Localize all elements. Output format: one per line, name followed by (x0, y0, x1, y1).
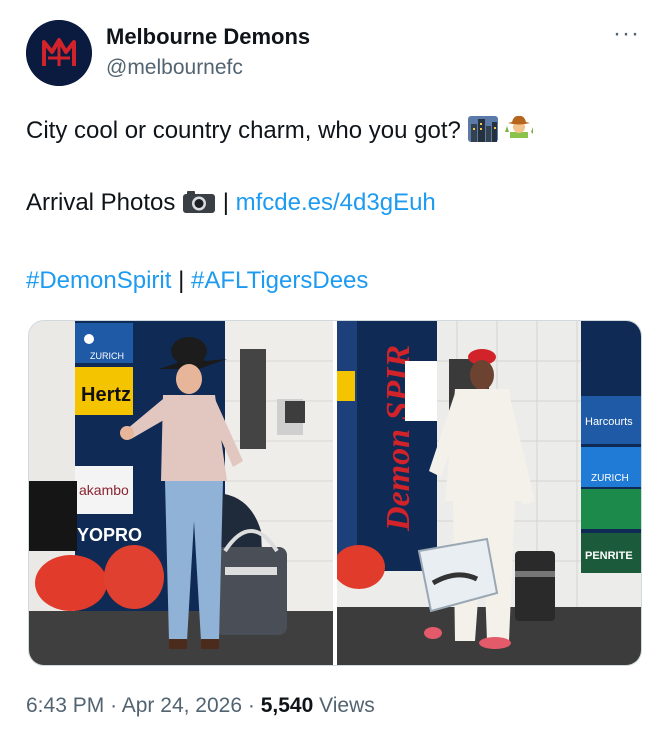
account-handle[interactable]: @melbournefc (106, 56, 243, 80)
avatar[interactable] (26, 20, 92, 86)
more-options-button[interactable]: ··· (613, 20, 640, 48)
views-count: 5,540 (260, 694, 314, 717)
hashtag-demonspirit[interactable]: #DemonSpirit (26, 267, 171, 294)
meta-dot: · (247, 694, 255, 717)
camera-emoji (182, 190, 216, 214)
account-name[interactable]: Melbourne Demons (106, 24, 310, 50)
tweet-text-line-2: Arrival Photos | mfcde.es/4d3gEuh (26, 188, 436, 218)
separator: | (178, 267, 185, 294)
tweet-hashtags: #DemonSpirit | #AFLTigersDees (26, 266, 368, 296)
mfc-logo-icon (26, 20, 92, 86)
yopro-sign: YOPRO (77, 525, 142, 545)
photo-city-arrival[interactable]: Demon SPIR Harcourts ZURICH PENRITE (337, 321, 641, 665)
cityscape-emoji (467, 116, 498, 142)
meta-dot: · (110, 694, 118, 717)
separator: | (222, 189, 229, 216)
akambo-sign: akambo (79, 482, 129, 498)
arrival-photos-label: Arrival Photos (26, 189, 176, 216)
arrival-photos-link[interactable]: mfcde.es/4d3gEuh (236, 189, 436, 216)
media-grid: ZURICH Hertz akambo YOPRO Demon SPIR Har… (28, 320, 642, 666)
photo-country-arrival[interactable]: ZURICH Hertz akambo YOPRO (29, 321, 333, 665)
tweet-time[interactable]: 6:43 PM (26, 694, 104, 717)
zurich-sign: ZURICH (90, 351, 124, 361)
hashtag-afltigersdees[interactable]: #AFLTigersDees (191, 267, 368, 294)
tweet-question: City cool or country charm, who you got? (26, 117, 461, 144)
harcourts-sign: Harcourts (585, 416, 633, 428)
tweet-header: Melbourne Demons @melbournefc ··· (26, 18, 646, 86)
tweet-date[interactable]: Apr 24, 2026 (122, 694, 242, 717)
hertz-sign: Hertz (81, 384, 131, 406)
zurich-sign-right: ZURICH (591, 473, 629, 484)
penrite-sign: PENRITE (585, 550, 633, 562)
tweet-text-line-1: City cool or country charm, who you got? (26, 114, 534, 146)
cowboy-emoji (504, 114, 534, 142)
views-label: Views (319, 694, 375, 717)
tweet-meta: 6:43 PM · Apr 24, 2026 · 5,540 Views (26, 694, 375, 718)
